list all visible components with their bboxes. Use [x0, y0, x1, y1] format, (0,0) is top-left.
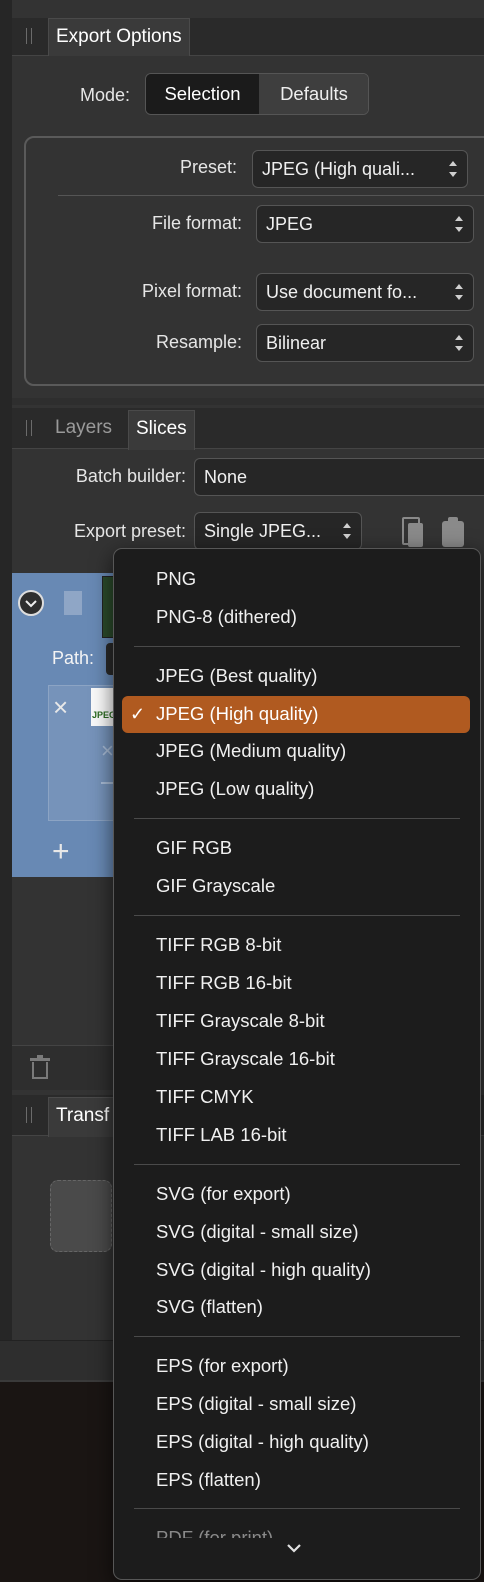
- add-format-icon[interactable]: +: [52, 837, 70, 867]
- menu-item-tiff-rgb-8[interactable]: TIFF RGB 8-bit: [156, 933, 281, 957]
- mode-segmented-control: Selection Defaults: [145, 73, 369, 115]
- paste-icon[interactable]: [442, 517, 466, 547]
- menu-item-tiff-lab-16[interactable]: TIFF LAB 16-bit: [156, 1123, 287, 1147]
- resample-label: Resample:: [155, 332, 242, 352]
- menu-item-eps-high[interactable]: EPS (digital - high quality): [156, 1430, 369, 1454]
- stepper-arrows-icon: [455, 213, 463, 235]
- export-preset-value: Single JPEG...: [204, 521, 322, 541]
- resample-select[interactable]: Bilinear: [256, 324, 474, 362]
- divider: [58, 195, 484, 196]
- stepper-arrows-icon: [455, 332, 463, 354]
- left-rail: [0, 0, 12, 1340]
- preset-value: JPEG (High quali...: [262, 159, 416, 179]
- pixel-format-value: Use document fo...: [266, 282, 418, 302]
- chevron-down-icon[interactable]: [284, 1541, 304, 1557]
- menu-item-tiff-gray-8[interactable]: TIFF Grayscale 8-bit: [156, 1009, 325, 1033]
- anchor-selector[interactable]: [50, 1180, 112, 1252]
- panel-grip-icon[interactable]: [26, 420, 32, 436]
- menu-item-jpeg-best[interactable]: JPEG (Best quality): [156, 664, 317, 688]
- batch-builder-value: None: [204, 467, 248, 487]
- menu-item-tiff-rgb-16[interactable]: TIFF RGB 16-bit: [156, 971, 292, 995]
- tab-layers[interactable]: Layers: [48, 410, 119, 446]
- menu-item-png[interactable]: PNG: [156, 567, 196, 591]
- menu-item-clip: PDF (for print): [114, 1524, 480, 1538]
- copy-icon[interactable]: [402, 517, 424, 547]
- slice-item[interactable]: Path: × JPEG × +: [12, 573, 118, 877]
- document-icon: [64, 591, 82, 615]
- menu-separator: [134, 646, 460, 647]
- menu-item-tiff-cmyk[interactable]: TIFF CMYK: [156, 1085, 254, 1109]
- menu-item-gif-rgb[interactable]: GIF RGB: [156, 836, 232, 860]
- menu-item-svg-small[interactable]: SVG (digital - small size): [156, 1220, 359, 1244]
- trash-icon[interactable]: [30, 1055, 50, 1079]
- tab-slices[interactable]: Slices: [128, 410, 195, 450]
- menu-separator: [134, 915, 460, 916]
- menu-item-jpeg-low[interactable]: JPEG (Low quality): [156, 777, 314, 801]
- file-format-select[interactable]: JPEG: [256, 205, 474, 243]
- stepper-arrows-icon: [343, 520, 351, 542]
- batch-builder-select[interactable]: None: [194, 458, 484, 496]
- menu-item-png-8-dithered[interactable]: PNG-8 (dithered): [156, 605, 297, 629]
- menu-item-svg-export[interactable]: SVG (for export): [156, 1182, 291, 1206]
- export-preset-dropdown-menu: ✓ PNG PNG-8 (dithered) JPEG (Best qualit…: [113, 548, 481, 1580]
- check-mark-icon: ✓: [130, 704, 146, 724]
- batch-builder-label: Batch builder:: [75, 466, 186, 486]
- mode-selection-button[interactable]: Selection: [146, 74, 259, 114]
- resample-value: Bilinear: [266, 333, 327, 353]
- menu-item-svg-high[interactable]: SVG (digital - high quality): [156, 1258, 371, 1282]
- menu-separator: [134, 1164, 460, 1165]
- export-preset-label: Export preset:: [73, 521, 186, 541]
- preset-label: Preset:: [179, 157, 237, 177]
- menu-item-eps-flatten[interactable]: EPS (flatten): [156, 1468, 261, 1492]
- format-list-box: × JPEG ×: [48, 685, 117, 821]
- mode-defaults-button[interactable]: Defaults: [259, 74, 368, 114]
- panel-grip-icon[interactable]: [26, 28, 32, 44]
- export-preset-select[interactable]: Single JPEG...: [194, 512, 362, 550]
- menu-item-tiff-gray-16[interactable]: TIFF Grayscale 16-bit: [156, 1047, 335, 1071]
- remove-format-icon[interactable]: ×: [53, 692, 68, 723]
- menu-item-svg-flatten[interactable]: SVG (flatten): [156, 1295, 263, 1319]
- menu-item-pdf-print[interactable]: PDF (for print): [156, 1526, 273, 1538]
- stepper-arrows-icon: [455, 281, 463, 303]
- path-label: Path:: [52, 648, 95, 668]
- tab-export-options[interactable]: Export Options: [48, 18, 190, 56]
- mode-label: Mode:: [79, 85, 130, 105]
- file-format-label: File format:: [151, 213, 242, 233]
- menu-separator: [134, 818, 460, 819]
- menu-separator: [134, 1336, 460, 1337]
- format-row-icon: ×: [101, 738, 114, 763]
- export-options-panel: Export Options Mode: Selection Defaults …: [12, 0, 484, 398]
- pixel-format-label: Pixel format:: [141, 281, 242, 301]
- panel-grip-icon[interactable]: [26, 1107, 32, 1123]
- panel-footer: [12, 1045, 122, 1090]
- menu-item-jpeg-medium[interactable]: JPEG (Medium quality): [156, 739, 346, 763]
- menu-item-eps-export[interactable]: EPS (for export): [156, 1354, 289, 1378]
- menu-item-eps-small[interactable]: EPS (digital - small size): [156, 1392, 356, 1416]
- menu-item-jpeg-high[interactable]: JPEG (High quality): [156, 702, 318, 726]
- format-row-icon: [101, 782, 113, 784]
- menu-item-gif-grayscale[interactable]: GIF Grayscale: [156, 874, 275, 898]
- expand-chevron-icon[interactable]: [18, 590, 44, 616]
- stepper-arrows-icon: [449, 158, 457, 180]
- menu-separator: [134, 1508, 460, 1509]
- preset-select[interactable]: JPEG (High quali...: [252, 150, 468, 188]
- file-format-value: JPEG: [266, 214, 314, 234]
- pixel-format-select[interactable]: Use document fo...: [256, 273, 474, 311]
